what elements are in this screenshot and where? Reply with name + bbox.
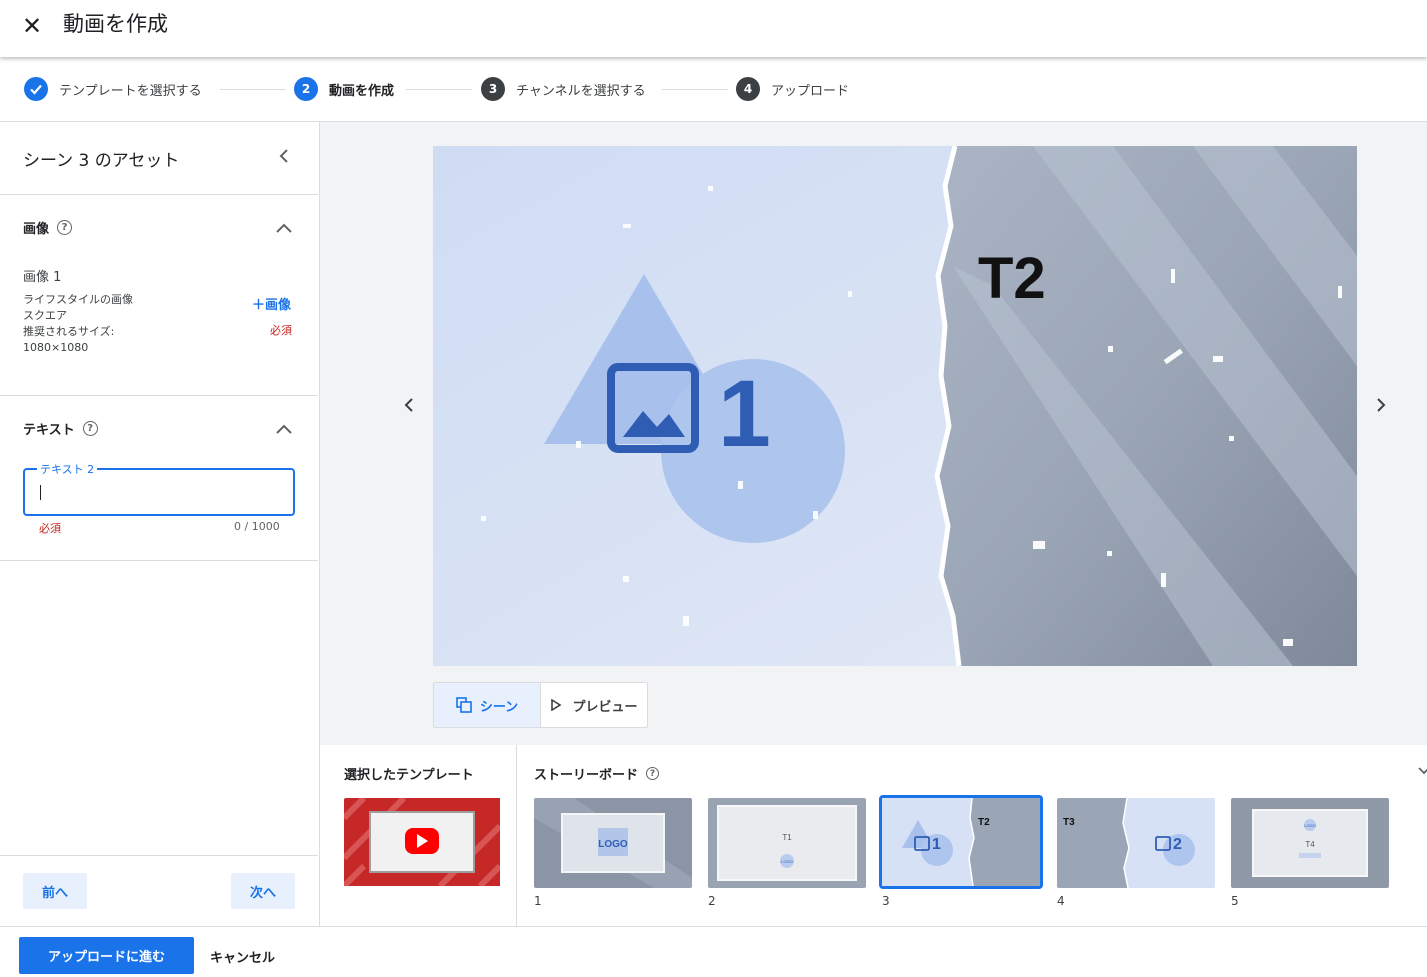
text-section-title: テキスト (23, 423, 75, 438)
divider (0, 194, 318, 195)
step-label: テンプレートを選択する (59, 83, 202, 99)
preview-area: 1 T2 シーン プレビュー (320, 122, 1427, 745)
scene-subtext: LOGO (1304, 823, 1316, 828)
divider (0, 560, 318, 561)
scene-text: T4 (1305, 840, 1315, 849)
storyboard-scene-1[interactable]: LOGO (534, 798, 692, 888)
chevron-up-icon[interactable] (272, 218, 296, 238)
step-label: 動画を作成 (329, 83, 395, 99)
step-number: 2 (294, 77, 318, 101)
step-connector (406, 89, 472, 90)
placeholder-number: 1 (718, 361, 771, 467)
scene-tab[interactable]: シーン (434, 683, 541, 727)
panel-title: シーン 3 のアセット (23, 151, 180, 171)
preview-tab[interactable]: プレビュー (541, 683, 647, 727)
help-icon[interactable]: ? (646, 767, 660, 780)
footer: アップロードに進む キャンセル (0, 926, 1427, 977)
scene-text: T2 (978, 817, 990, 828)
image-item-label: 画像 1 (23, 270, 62, 285)
scene-number: 2 (708, 894, 716, 908)
scene-number: 5 (1231, 894, 1239, 908)
text-field-label: テキスト 2 (37, 461, 98, 477)
scene-preview[interactable]: 1 T2 (433, 146, 1357, 666)
overlay-text: T2 (978, 246, 1046, 311)
step-create-video[interactable]: 2 動画を作成 (294, 77, 394, 101)
help-icon[interactable]: ? (57, 220, 73, 235)
text-2-input[interactable]: テキスト 2 (23, 461, 295, 516)
scene-placeholder: 2 (1173, 836, 1182, 853)
template-thumbnail[interactable] (344, 798, 502, 888)
divider (0, 395, 318, 396)
storyboard-title-text: ストーリーボード (534, 768, 639, 783)
chevron-up-icon[interactable] (272, 419, 296, 439)
next-button[interactable]: 次へ (231, 873, 295, 909)
step-select-template[interactable]: テンプレートを選択する (24, 77, 202, 101)
scene-number: 1 (534, 894, 542, 908)
storyboard-area: 選択したテンプレート ストーリーボード ? LOGO 1 T1 LOGO 2 1… (320, 745, 1427, 926)
step-label: アップロード (771, 83, 850, 99)
chevron-left-icon[interactable] (397, 393, 421, 417)
divider (0, 855, 318, 856)
proceed-to-upload-button[interactable]: アップロードに進む (19, 937, 194, 974)
image-desc-line: 推奨されるサイズ: (23, 325, 115, 338)
storyboard-scene-5[interactable]: LOGO T4 (1231, 798, 1389, 888)
step-select-channel[interactable]: 3 チャンネルを選択する (481, 77, 646, 101)
help-icon[interactable]: ? (82, 421, 98, 436)
asset-panel: シーン 3 のアセット 画像 ? 画像 1 ライフスタイルの画像 スクエア 推奨… (0, 122, 320, 926)
scene-tab-label: シーン (479, 699, 519, 715)
image-desc-line: スクエア (23, 309, 67, 322)
scene-text: T3 (1063, 817, 1075, 828)
step-number: 4 (736, 77, 760, 101)
text-caret (40, 485, 41, 500)
view-toggle: シーン プレビュー (433, 682, 648, 728)
step-connector (662, 89, 728, 90)
image-desc-line: 1080×1080 (23, 341, 89, 354)
selected-template-title: 選択したテンプレート (344, 768, 474, 783)
step-upload[interactable]: 4 アップロード (736, 77, 849, 101)
app-header: ✕ 動画を作成 (0, 0, 1427, 57)
preview-tab-label: プレビュー (572, 699, 638, 715)
scene-text: LOGO (598, 839, 628, 850)
image-section-title: 画像 (23, 222, 50, 237)
storyboard-title: ストーリーボード ? (534, 764, 660, 783)
scene-number: 3 (882, 894, 890, 908)
scenes-icon (456, 697, 472, 713)
step-label: チャンネルを選択する (516, 83, 646, 99)
image-required-note: 必須 (270, 324, 292, 337)
chevron-down-icon[interactable] (1417, 762, 1427, 774)
play-icon (551, 699, 562, 711)
storyboard-scene-2[interactable]: T1 LOGO (708, 798, 866, 888)
cancel-button[interactable]: キャンセル (210, 947, 275, 966)
image-section-header: 画像 ? (23, 218, 73, 237)
close-icon[interactable]: ✕ (18, 12, 46, 40)
storyboard-scene-3[interactable]: 1 T2 (879, 795, 1043, 889)
text-section-header: テキスト ? (23, 419, 98, 438)
chevron-right-icon[interactable] (1369, 393, 1393, 417)
image-desc-line: ライフスタイルの画像 (23, 293, 133, 306)
stepper: テンプレートを選択する 2 動画を作成 3 チャンネルを選択する 4 アップロー… (0, 60, 1427, 122)
add-image-button[interactable]: ＋画像 (252, 294, 291, 313)
scene-subtext: LOGO (781, 859, 793, 864)
scene-text: T1 (782, 833, 792, 842)
scene-placeholder: 1 (932, 836, 941, 853)
storyboard-scene-4[interactable]: T3 2 (1057, 798, 1215, 888)
scene-number: 4 (1057, 894, 1065, 908)
check-icon (24, 77, 48, 101)
page-title: 動画を作成 (63, 12, 168, 36)
step-connector (220, 89, 286, 90)
chevron-left-icon[interactable] (272, 144, 296, 168)
vertical-divider (516, 745, 517, 926)
text-required-note: 必須 (39, 522, 61, 535)
prev-button[interactable]: 前へ (23, 873, 87, 909)
step-number: 3 (481, 77, 505, 101)
char-counter: 0 / 1000 (234, 520, 280, 533)
